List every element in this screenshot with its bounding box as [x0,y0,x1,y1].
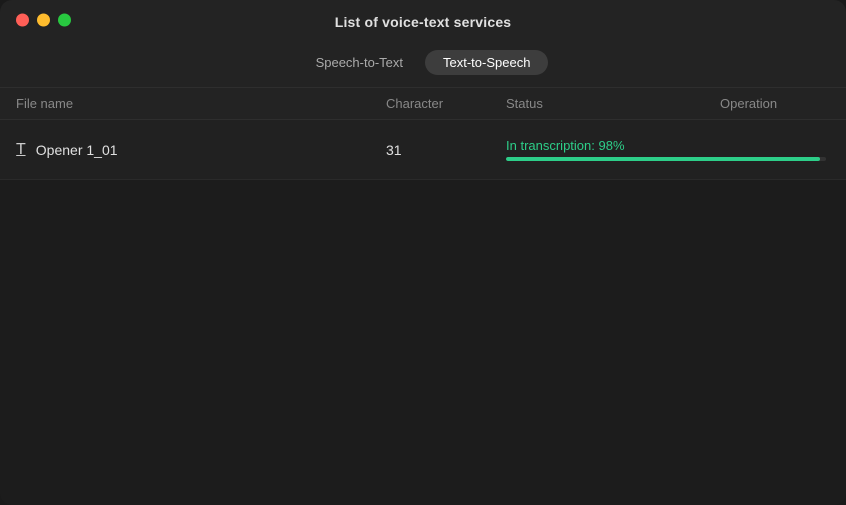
window-title: List of voice-text services [335,14,512,30]
maximize-button[interactable] [58,14,71,27]
header-status: Status [506,96,720,111]
progress-bar-background [506,157,826,161]
minimize-button[interactable] [37,14,50,27]
title-bar: List of voice-text services [0,0,846,40]
table-row: T̲ Opener 1_01 31 In transcription: 98% [0,120,846,180]
header-filename: File name [16,96,386,111]
file-type-icon: T̲ [16,141,26,159]
window-controls [16,14,71,27]
operation-cell [826,134,846,166]
status-text: In transcription: 98% [506,138,826,153]
file-name-cell: T̲ Opener 1_01 [16,141,386,159]
file-name: Opener 1_01 [36,142,118,158]
character-count: 31 [386,142,402,158]
table-container: File name Character Status Operation T̲ … [0,88,846,505]
status-cell: In transcription: 98% [506,138,826,161]
tab-bar: Speech-to-Text Text-to-Speech [0,40,846,88]
tab-text-to-speech[interactable]: Text-to-Speech [425,50,548,75]
character-cell: 31 [386,142,506,158]
header-character: Character [386,96,506,111]
progress-bar-fill [506,157,820,161]
table-header: File name Character Status Operation [0,88,846,120]
close-button[interactable] [16,14,29,27]
tab-speech-to-text[interactable]: Speech-to-Text [298,50,421,75]
main-window: List of voice-text services Speech-to-Te… [0,0,846,505]
header-operation: Operation [720,96,830,111]
